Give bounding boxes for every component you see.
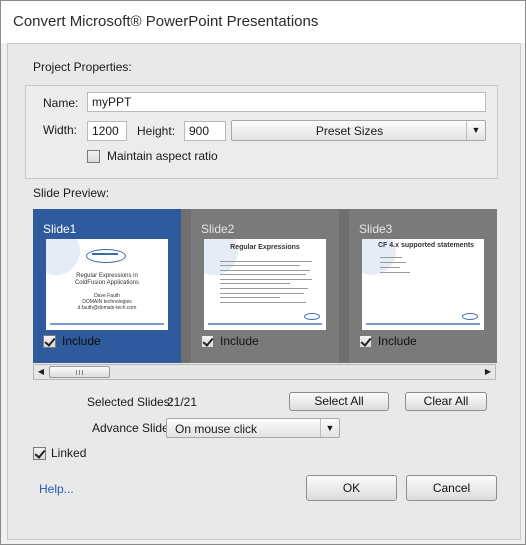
slide-preview-strip: Slide1 Regular Expressions in ColdFusion… [33,209,497,363]
slide-thumbnail: CF 4.x supported statements [362,239,484,330]
include-checkbox[interactable] [201,335,214,348]
window-title: Convert Microsoft® PowerPoint Presentati… [13,13,319,30]
select-all-button[interactable]: Select All [289,392,389,411]
slide-thumbnail: Regular Expressions in ColdFusion Applic… [46,239,168,330]
clear-all-button[interactable]: Clear All [405,392,487,411]
slide-title-line: CF 4.x supported statements [378,242,475,249]
name-input[interactable]: myPPT [87,92,486,112]
chevron-down-icon: ▼ [466,121,485,140]
maintain-aspect-label: Maintain aspect ratio [107,149,218,163]
slide-title-line: Regular Expressions in [76,273,138,279]
linked-label: Linked [51,446,87,460]
advance-slide-value: On mouse click [175,422,258,436]
scrollbar-thumb[interactable] [49,366,110,378]
linked-checkbox[interactable] [33,447,46,460]
slide-thumbnail: Regular Expressions [204,239,326,330]
slide-panel-2[interactable]: Slide2 Regular Expressions Include [191,209,339,363]
slide-body-line: d.fauth@domain-tech.com [77,305,137,311]
slide-name: Slide1 [43,222,77,236]
project-properties-heading: Project Properties: [33,60,132,74]
include-label: Include [378,334,417,348]
title-bar: Convert Microsoft® PowerPoint Presentati… [1,1,525,43]
scroll-right-arrow-icon[interactable]: ▶ [481,365,495,379]
include-label: Include [62,334,101,348]
slide-name: Slide2 [201,222,235,236]
slide-panel-3[interactable]: Slide3 CF 4.x supported statements Inclu… [349,209,497,363]
ok-button[interactable]: OK [306,475,397,501]
maintain-aspect-checkbox[interactable] [87,150,100,163]
slide-panel-1[interactable]: Slide1 Regular Expressions in ColdFusion… [33,209,181,363]
slide-scrollbar[interactable]: ◀ ▶ [33,364,496,380]
height-label: Height: [137,124,176,138]
name-label: Name: [43,96,79,110]
include-checkbox[interactable] [359,335,372,348]
width-input[interactable]: 1200 [87,121,127,141]
include-label: Include [220,334,259,348]
slide-name: Slide3 [359,222,393,236]
slide-preview-heading: Slide Preview: [33,186,110,200]
advance-slide-select[interactable]: On mouse click ▼ [166,418,340,438]
selected-slides-label: Selected Slides: [87,395,174,409]
slide-title-line: ColdFusion Applications [74,280,140,286]
width-label: Width: [43,123,78,137]
logo-icon [86,249,126,263]
scroll-left-arrow-icon[interactable]: ◀ [34,365,48,379]
preset-sizes-label: Preset Sizes [315,124,384,138]
help-link[interactable]: Help... [39,482,74,496]
logo-icon [304,313,320,320]
logo-icon [462,313,478,320]
height-input[interactable]: 900 [184,121,226,141]
selected-slides-value: 21/21 [167,395,198,409]
preset-sizes-dropdown[interactable]: Preset Sizes ▼ [231,120,486,141]
cancel-button[interactable]: Cancel [406,475,497,501]
advance-slide-label: Advance Slide: [92,421,173,435]
include-checkbox[interactable] [43,335,56,348]
slide-title-line: Regular Expressions [230,244,300,251]
chevron-down-icon: ▼ [320,419,339,437]
